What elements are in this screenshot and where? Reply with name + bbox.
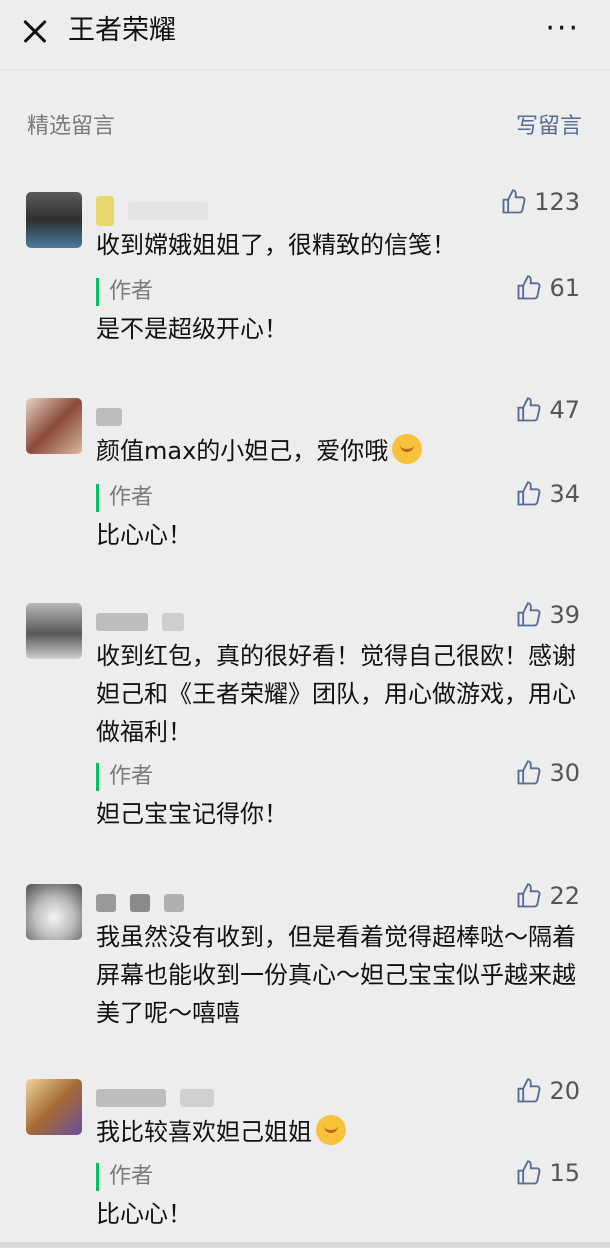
thumbs-up-icon: [518, 1078, 541, 1103]
thumbs-up-icon: [502, 189, 526, 214]
reply-like-button[interactable]: 34: [515, 480, 580, 508]
like-count: 20: [549, 1077, 580, 1105]
comment-text: 我比较喜欢妲己姐姐: [96, 1113, 586, 1151]
page-title: 王者荣耀: [68, 15, 176, 46]
nickname[interactable]: [96, 607, 184, 637]
avatar[interactable]: [26, 603, 82, 659]
like-count: 123: [534, 188, 580, 216]
like-count: 34: [549, 480, 580, 508]
like-count: 47: [549, 396, 580, 424]
reply-like-button[interactable]: 61: [515, 274, 580, 302]
avatar[interactable]: [26, 398, 82, 454]
comment-text-content: 颜值max的小妲己，爱你哦: [96, 437, 389, 465]
like-button[interactable]: 22: [515, 882, 580, 910]
thumbs-up-icon: [518, 275, 541, 300]
author-reply-text: 妲己宝宝记得你！: [96, 800, 288, 828]
bottom-divider: [0, 1242, 610, 1248]
like-button[interactable]: 39: [515, 601, 580, 629]
write-comment-button[interactable]: 写留言: [516, 112, 582, 142]
section-label: 精选留言: [27, 114, 116, 139]
comment-text: 颜值max的小妲己，爱你哦: [96, 432, 586, 470]
comment-text: 收到红包，真的很好看！觉得自己很欧！感谢妲己和《王者荣耀》团队，用心做游戏，用心…: [96, 642, 576, 746]
more-icon[interactable]: ···: [545, 14, 580, 44]
author-reply-text: 比心心！: [96, 521, 192, 549]
comment-text: 收到嫦娥姐姐了，很精致的信笺！: [96, 231, 456, 259]
author-reply-label: 作者: [96, 484, 153, 512]
reply-like-button[interactable]: 15: [515, 1159, 580, 1187]
top-bar: 王者荣耀 ···: [0, 0, 610, 70]
author-reply-label: 作者: [96, 278, 153, 306]
author-reply-label: 作者: [96, 1163, 153, 1191]
comment-text: 我虽然没有收到，但是看着觉得超棒哒～隔着屏幕也能收到一份真心～妲己宝宝似乎越来越…: [96, 923, 576, 1027]
thumbs-up-icon: [518, 760, 541, 785]
close-icon[interactable]: [18, 14, 52, 48]
author-reply-label: 作者: [96, 763, 153, 791]
like-button[interactable]: 47: [515, 396, 580, 424]
author-reply-text: 比心心！: [96, 1200, 192, 1228]
nickname[interactable]: [96, 1083, 214, 1113]
nickname[interactable]: [96, 196, 208, 226]
avatar[interactable]: [26, 192, 82, 248]
thumbs-up-icon: [518, 883, 541, 908]
like-count: 61: [549, 274, 580, 302]
thumbs-up-icon: [518, 602, 541, 627]
avatar[interactable]: [26, 1079, 82, 1135]
like-button[interactable]: 123: [500, 188, 580, 216]
like-count: 15: [549, 1159, 580, 1187]
like-count: 30: [549, 759, 580, 787]
like-button[interactable]: 20: [515, 1077, 580, 1105]
thumbs-up-icon: [518, 481, 541, 506]
comment-text-content: 我比较喜欢妲己姐姐: [96, 1118, 312, 1146]
emoji-icon: [392, 434, 423, 464]
emoji-icon: [316, 1115, 346, 1145]
reply-like-button[interactable]: 30: [515, 759, 580, 787]
nickname[interactable]: [96, 402, 122, 432]
like-count: 39: [549, 601, 580, 629]
avatar[interactable]: [26, 884, 82, 940]
thumbs-up-icon: [518, 397, 541, 422]
like-count: 22: [549, 882, 580, 910]
thumbs-up-icon: [518, 1160, 541, 1185]
nickname[interactable]: [96, 888, 184, 918]
author-reply-text: 是不是超级开心！: [96, 315, 288, 343]
